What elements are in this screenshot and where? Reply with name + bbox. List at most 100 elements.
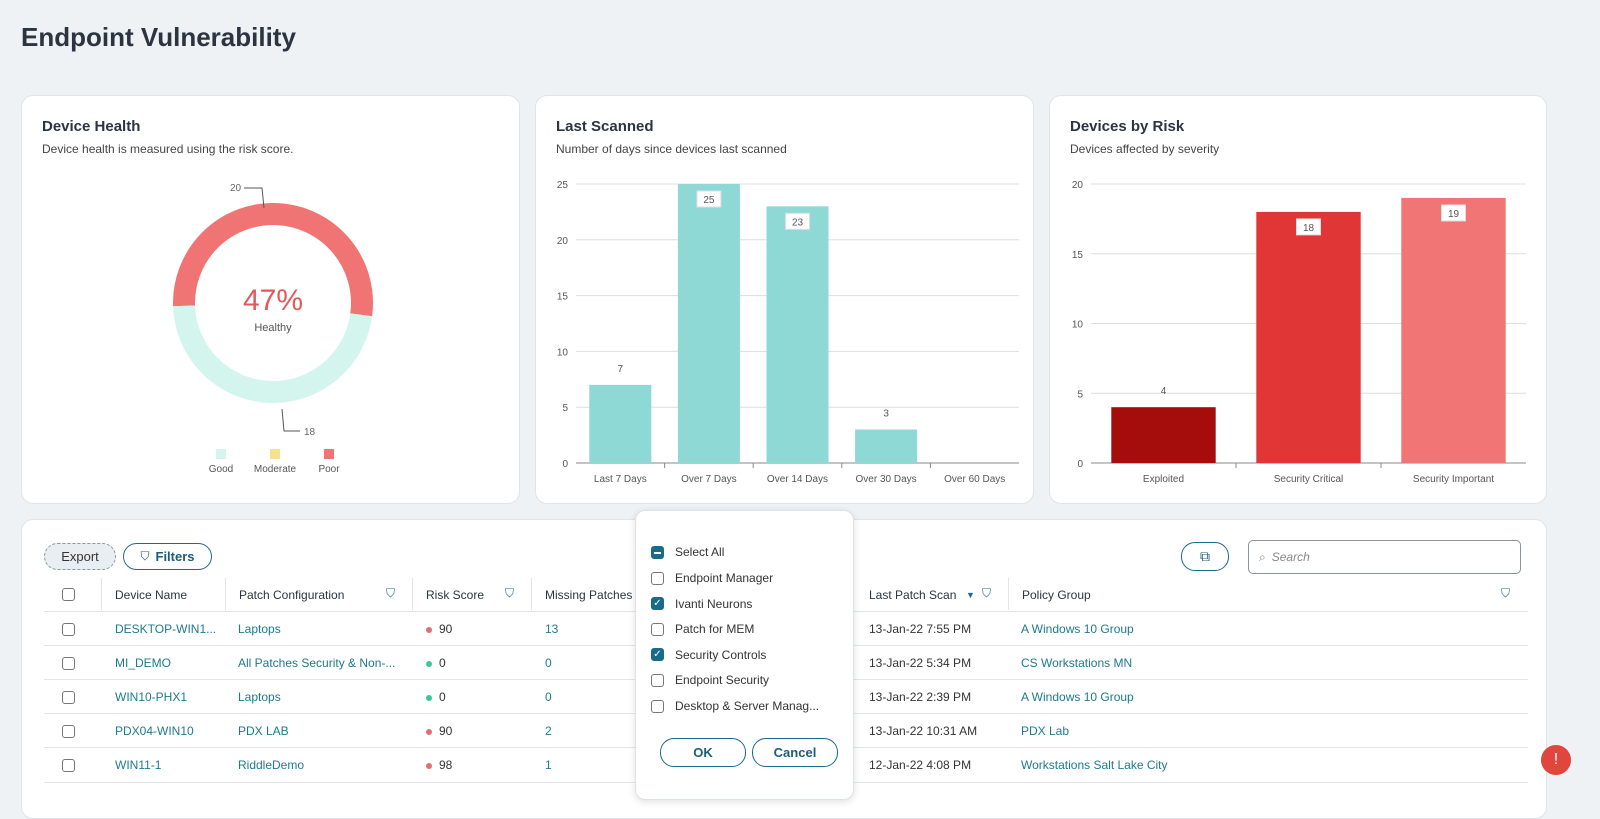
good-value-label: 18	[304, 427, 316, 438]
x-tick-label: Over 60 Days	[944, 474, 1005, 485]
device-name-link[interactable]: DESKTOP-WIN1...	[115, 622, 216, 636]
export-button[interactable]: Export	[44, 543, 116, 570]
sort-desc-icon[interactable]: ▼	[966, 590, 975, 600]
last-patch-scan: 13-Jan-22 2:39 PM	[869, 690, 972, 704]
search-placeholder: Search	[1271, 550, 1310, 564]
policy-filter-icon[interactable]: ⛉	[1501, 586, 1510, 601]
risk-value: 90	[439, 724, 453, 738]
header-last-patch-scan[interactable]: Last Patch Scan	[869, 588, 956, 602]
filter-option-checkbox[interactable]	[651, 571, 664, 585]
search-icon: ⌕	[1259, 549, 1266, 564]
y-tick-label: 15	[557, 292, 569, 303]
ok-button[interactable]: OK	[660, 738, 746, 767]
col-divider	[412, 578, 413, 610]
health-percent: 47%	[242, 284, 304, 317]
device-name-link[interactable]: WIN11-1	[115, 758, 161, 772]
risk-value: 0	[439, 690, 446, 704]
risk-score: 90	[426, 724, 452, 738]
bar-over-7-days	[677, 184, 740, 463]
filter-option[interactable]: Endpoint Security	[651, 673, 769, 687]
x-tick-label: Over 30 Days	[856, 474, 917, 485]
policy-group-link[interactable]: CS Workstations MN	[1021, 656, 1132, 670]
device-name-link[interactable]: PDX04-WIN10	[115, 724, 194, 738]
data-label: 19	[1448, 209, 1460, 220]
y-tick-label: 20	[1072, 180, 1084, 191]
missing-patches-link[interactable]: 0	[545, 656, 552, 670]
filter-option[interactable]: Patch for MEM	[651, 622, 754, 636]
bar-security-important	[1401, 197, 1506, 463]
legend-label-moderate: Moderate	[254, 464, 297, 475]
header-missing-patches[interactable]: Missing Patches	[545, 588, 632, 602]
missing-patches-link[interactable]: 2	[545, 724, 552, 738]
filter-option[interactable]: ✓ Security Controls	[651, 648, 766, 662]
data-label: 4	[1161, 386, 1167, 397]
filter-option-label: Security Controls	[675, 647, 767, 662]
patch-config-link[interactable]: Laptops	[238, 690, 281, 704]
filters-label: Filters	[155, 549, 195, 564]
y-tick-label: 10	[557, 347, 569, 358]
header-patch-configuration[interactable]: Patch Configuration	[239, 588, 344, 602]
policy-group-link[interactable]: Workstations Salt Lake City	[1021, 758, 1168, 772]
donut-slice-good	[173, 305, 373, 403]
policy-group-link[interactable]: A Windows 10 Group	[1021, 690, 1134, 704]
patch-config-link[interactable]: Laptops	[238, 622, 281, 636]
select-all-checkbox[interactable]	[651, 545, 664, 559]
device-name-link[interactable]: MI_DEMO	[115, 656, 171, 670]
filter-option-checkbox[interactable]	[651, 622, 664, 636]
missing-patches-link[interactable]: 0	[545, 690, 552, 704]
filter-option-checkbox[interactable]	[651, 673, 664, 687]
legend-swatch-poor	[324, 449, 334, 459]
risk-value: 90	[439, 622, 453, 636]
row-checkbox[interactable]	[62, 691, 75, 704]
search-input[interactable]: ⌕ Search	[1248, 540, 1521, 574]
missing-patches-link[interactable]: 1	[545, 758, 552, 772]
row-checkbox[interactable]	[62, 725, 75, 738]
legend-swatch-moderate	[270, 449, 280, 459]
filter-option[interactable]: ✓ Ivanti Neurons	[651, 597, 752, 611]
select-all-rows-checkbox[interactable]	[62, 588, 75, 601]
x-tick-label: Security Critical	[1274, 474, 1343, 485]
filters-button[interactable]: ⛉ Filters	[123, 543, 212, 570]
cancel-button[interactable]: Cancel	[752, 738, 838, 767]
y-tick-label: 0	[1077, 459, 1083, 470]
policy-group-link[interactable]: PDX Lab	[1021, 724, 1069, 738]
export-label: Export	[61, 549, 99, 564]
y-tick-label: 25	[557, 180, 569, 191]
filter-option-checkbox[interactable]	[651, 699, 664, 713]
risk-value: 0	[439, 656, 446, 670]
header-device-name[interactable]: Device Name	[115, 588, 187, 602]
risk-filter-icon[interactable]: ⛉	[505, 586, 514, 601]
col-divider	[225, 578, 226, 610]
help-bulb-icon[interactable]: !	[1541, 745, 1571, 775]
row-checkbox[interactable]	[62, 657, 75, 670]
risk-status-dot	[426, 762, 432, 769]
filter-option-label: Ivanti Neurons	[675, 596, 753, 611]
filter-option[interactable]: Endpoint Manager	[651, 571, 773, 585]
x-tick-label: Over 7 Days	[681, 474, 737, 485]
filter-option-checkbox[interactable]: ✓	[651, 648, 664, 662]
risk-status-dot	[426, 694, 432, 701]
header-policy-group[interactable]: Policy Group	[1022, 588, 1091, 602]
missing-patches-link[interactable]: 13	[545, 622, 558, 636]
bar-over-14-days	[766, 206, 829, 463]
row-checkbox[interactable]	[62, 623, 75, 636]
filter-option-checkbox[interactable]: ✓	[651, 597, 664, 611]
device-name-link[interactable]: WIN10-PHX1	[115, 690, 187, 704]
patch-config-link[interactable]: PDX LAB	[238, 724, 289, 738]
x-tick-label: Last 7 Days	[594, 474, 647, 485]
legend-swatch-good	[216, 449, 226, 459]
risk-score: 0	[426, 690, 446, 704]
header-risk-score[interactable]: Risk Score	[426, 588, 484, 602]
y-tick-label: 10	[1072, 320, 1084, 331]
column-chooser-button[interactable]: ⧉	[1181, 542, 1229, 571]
row-checkbox[interactable]	[62, 759, 75, 772]
data-label: 23	[792, 217, 804, 228]
scan-filter-icon[interactable]: ⛉	[982, 586, 991, 601]
data-label: 18	[1303, 223, 1315, 234]
select-all-option[interactable]: Select All	[651, 545, 724, 559]
policy-group-link[interactable]: A Windows 10 Group	[1021, 622, 1134, 636]
patch-filter-icon[interactable]: ⛉	[386, 586, 395, 601]
patch-config-link[interactable]: RiddleDemo	[238, 758, 304, 772]
patch-config-link[interactable]: All Patches Security & Non-...	[238, 656, 395, 670]
filter-option[interactable]: Desktop & Server Manag...	[651, 699, 819, 713]
